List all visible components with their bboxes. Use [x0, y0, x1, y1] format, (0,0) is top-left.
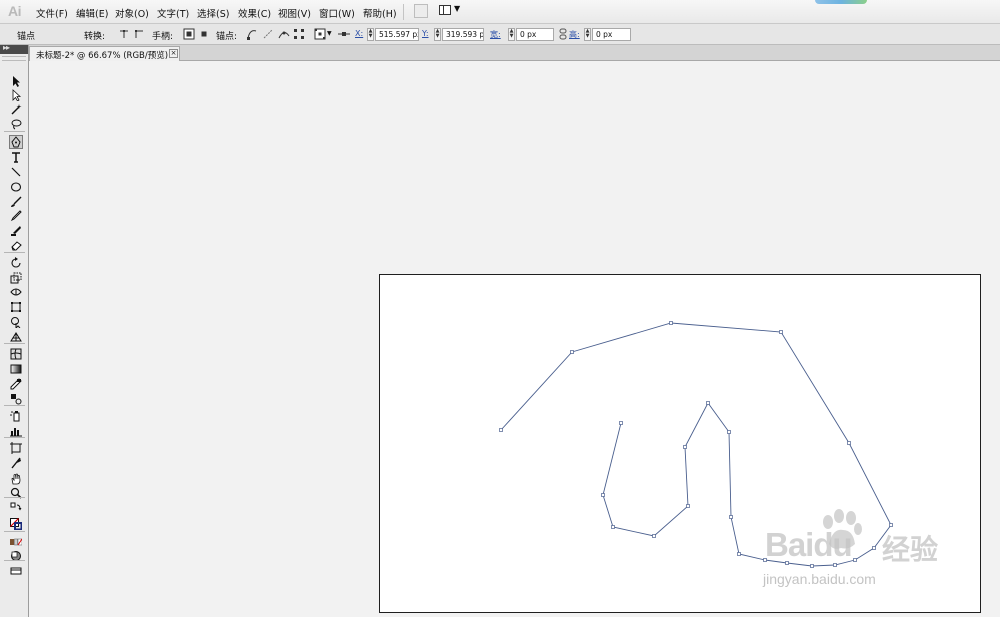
x-spinner[interactable]: ▲ ▼ — [367, 28, 374, 41]
handles-label: 手柄: — [152, 32, 174, 42]
height-field[interactable]: 0 px — [592, 28, 631, 41]
tools-separator — [4, 252, 25, 253]
isolate-anchors-icon[interactable] — [293, 28, 305, 40]
blob-brush-tool-icon[interactable] — [9, 224, 23, 238]
arrange-grid-icon — [439, 5, 451, 15]
arrange-documents-button[interactable]: ▼ — [437, 3, 463, 19]
menu-select[interactable]: 选择(S) — [197, 6, 229, 20]
watermark-url: jingyan.baidu.com — [763, 571, 876, 587]
screen-mode-icon[interactable] — [9, 564, 23, 578]
app-logo: Ai — [8, 3, 22, 19]
close-icon[interactable]: × — [169, 49, 178, 58]
anchors-label: 锚点: — [216, 32, 238, 42]
width-tool-icon[interactable] — [9, 285, 23, 299]
tools-separator — [4, 131, 25, 132]
menu-effect[interactable]: 效果(C) — [238, 6, 271, 20]
selection-tool-icon[interactable] — [9, 74, 23, 88]
shape-builder-tool-icon[interactable] — [9, 315, 23, 329]
mode-label: 锚点 — [17, 32, 36, 42]
tools-separator — [4, 437, 25, 438]
width-label: 宽: — [490, 30, 501, 39]
type-tool-icon[interactable] — [9, 150, 23, 164]
mesh-tool-icon[interactable] — [9, 347, 23, 361]
control-bar: 锚点 转换: 手柄: 锚点: ▼ X: ▲ ▼ 515.597 px Y: ▲ ▼ … — [0, 24, 1000, 45]
chevron-down-icon[interactable]: ▼ — [327, 30, 332, 37]
symbol-sprayer-tool-icon[interactable] — [9, 409, 23, 423]
document-tab-title: 未标题-2* @ 66.67% (RGB/预览) — [36, 51, 169, 61]
hide-handles-icon[interactable] — [198, 28, 210, 40]
constrain-proportions-icon[interactable] — [557, 28, 569, 40]
width-field[interactable]: 0 px — [516, 28, 554, 41]
watermark: Baidu 经验 jingyan.baidu.com — [757, 504, 957, 594]
watermark-logo: Baidu — [765, 526, 853, 563]
column-graph-tool-icon[interactable] — [9, 424, 23, 438]
show-handles-icon[interactable] — [183, 28, 195, 40]
artboard-tool-icon[interactable] — [9, 441, 23, 455]
x-field[interactable]: 515.597 px — [375, 28, 419, 41]
menu-file[interactable]: 文件(F) — [36, 6, 68, 20]
tools-separator — [4, 405, 25, 406]
pencil-tool-icon[interactable] — [9, 209, 23, 223]
chevron-down-icon: ▼ — [454, 4, 461, 13]
direct-selection-tool-icon[interactable] — [9, 88, 23, 102]
menu-bar: Ai 文件(F) 编辑(E) 对象(O) 文字(T) 选择(S) 效果(C) 视… — [0, 0, 1000, 24]
fill-stroke-icon[interactable] — [7, 515, 24, 532]
ellipse-tool-icon[interactable] — [9, 180, 23, 194]
convert-to-corner-icon[interactable] — [118, 28, 130, 40]
cut-path-icon[interactable] — [278, 28, 290, 40]
remove-anchor-icon[interactable] — [246, 28, 258, 40]
tools-separator — [4, 531, 25, 532]
convert-label: 转换: — [84, 32, 106, 42]
connect-anchors-icon[interactable] — [262, 28, 274, 40]
color-mode-icon[interactable] — [9, 535, 23, 549]
menu-help[interactable]: 帮助(H) — [363, 6, 397, 20]
menu-view[interactable]: 视图(V) — [278, 6, 311, 20]
free-transform-tool-icon[interactable] — [9, 300, 23, 314]
tools-separator — [4, 560, 25, 561]
x-label: X: — [355, 29, 364, 38]
width-spinner[interactable]: ▲ ▼ — [508, 28, 515, 41]
eraser-tool-icon[interactable] — [9, 238, 23, 252]
menu-type[interactable]: 文字(T) — [157, 6, 189, 20]
tools-panel-grip[interactable] — [2, 56, 26, 61]
y-label: Y: — [422, 29, 429, 38]
menu-object[interactable]: 对象(O) — [115, 6, 149, 20]
height-spinner[interactable]: ▲ ▼ — [584, 28, 591, 41]
y-field[interactable]: 319.593 px — [442, 28, 484, 41]
hand-tool-icon[interactable] — [9, 472, 23, 486]
magic-wand-tool-icon[interactable] — [9, 102, 23, 116]
menu-separator — [403, 4, 404, 20]
bridge-button[interactable] — [414, 4, 428, 18]
align-grid-icon[interactable] — [314, 28, 326, 40]
menu-edit[interactable]: 编辑(E) — [76, 6, 108, 20]
slice-tool-icon[interactable] — [9, 456, 23, 470]
paintbrush-tool-icon[interactable] — [9, 195, 23, 209]
tools-panel: ▸▸ — [0, 43, 29, 617]
blend-tool-icon[interactable] — [9, 392, 23, 406]
document-tab[interactable]: 未标题-2* @ 66.67% (RGB/预览) × — [29, 46, 180, 61]
window-decoration — [815, 0, 867, 4]
line-segment-tool-icon[interactable] — [9, 165, 23, 179]
collapse-icon[interactable]: ▸▸ — [3, 43, 10, 52]
tools-panel-header[interactable]: ▸▸ — [0, 43, 28, 54]
lasso-tool-icon[interactable] — [9, 117, 23, 131]
convert-to-smooth-icon[interactable] — [133, 28, 145, 40]
document-tab-bar: 未标题-2* @ 66.67% (RGB/预览) × — [29, 45, 1000, 61]
y-spinner[interactable]: ▲ ▼ — [434, 28, 441, 41]
tools-separator — [4, 497, 25, 498]
perspective-grid-tool-icon[interactable] — [9, 330, 23, 344]
reference-point-icon — [338, 28, 350, 40]
menu-window[interactable]: 窗口(W) — [319, 6, 355, 20]
scale-tool-icon[interactable] — [9, 271, 23, 285]
rotate-tool-icon[interactable] — [9, 256, 23, 270]
pen-tool-icon[interactable] — [9, 135, 23, 149]
watermark-suffix: 经验 — [882, 533, 939, 566]
tools-separator — [4, 343, 25, 344]
eyedropper-tool-icon[interactable] — [9, 377, 23, 391]
swap-colors-icon[interactable] — [9, 501, 23, 515]
gradient-tool-icon[interactable] — [9, 362, 23, 376]
height-label: 高: — [569, 30, 580, 39]
